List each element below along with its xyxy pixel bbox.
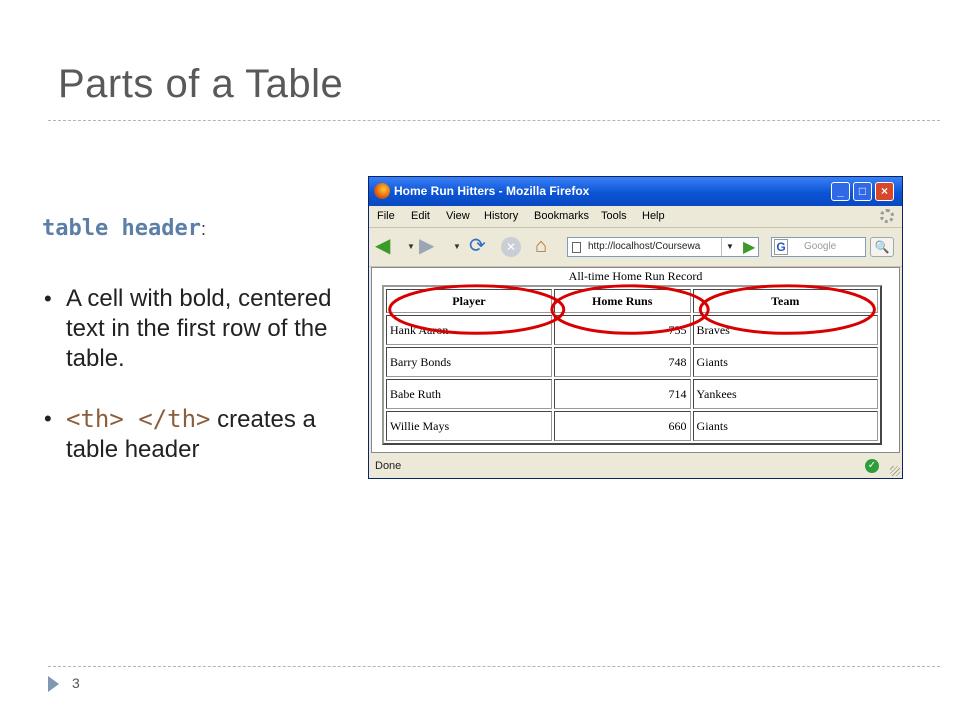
- table-cell: Hank Aaron: [386, 315, 552, 345]
- table-header-row: Player Home Runs Team: [386, 289, 878, 313]
- table-cell: 755: [553, 315, 691, 345]
- footer-triangle-icon: [48, 676, 59, 692]
- table-cell: 748: [553, 347, 691, 377]
- table-row: Barry Bonds 748 Giants: [386, 347, 878, 377]
- bullet-marker: •: [44, 406, 52, 431]
- search-engine-icon[interactable]: G: [774, 239, 788, 255]
- menu-tools[interactable]: Tools: [601, 210, 627, 222]
- table-header-cell: Home Runs: [553, 289, 691, 313]
- status-bar: Done ✓: [369, 455, 902, 478]
- close-button[interactable]: ×: [875, 182, 894, 201]
- url-bar[interactable]: http://localhost/Coursewa ▼: [567, 237, 759, 257]
- table-header-cell: Player: [386, 289, 552, 313]
- page-content: All-time Home Run Record Player Home Run…: [371, 267, 900, 453]
- window-titlebar[interactable]: Home Run Hitters - Mozilla Firefox _ □ ×: [369, 177, 902, 206]
- resize-grip-icon[interactable]: [890, 466, 900, 476]
- page-icon: [572, 242, 581, 253]
- throbber-icon: [880, 209, 894, 223]
- stop-icon[interactable]: ✕: [501, 237, 521, 257]
- table-row: Willie Mays 660 Giants: [386, 411, 878, 441]
- table-row: Babe Ruth 714 Yankees: [386, 379, 878, 409]
- status-ok-icon: ✓: [865, 459, 879, 473]
- firefox-icon: [374, 183, 390, 199]
- table-header-cell: Team: [692, 289, 878, 313]
- window-title: Home Run Hitters - Mozilla Firefox: [394, 184, 590, 198]
- maximize-button[interactable]: □: [853, 182, 872, 201]
- table-cell: Braves: [692, 315, 878, 345]
- back-icon[interactable]: ◀: [375, 236, 390, 256]
- search-icon[interactable]: 🔍: [870, 237, 894, 257]
- menu-file[interactable]: File: [377, 210, 395, 222]
- table-cell: 714: [553, 379, 691, 409]
- bullet-list: • A cell with bold, centered text in the…: [44, 284, 344, 465]
- table-cell: Barry Bonds: [386, 347, 552, 377]
- forward-dropdown-icon[interactable]: ▼: [453, 242, 461, 251]
- menu-view[interactable]: View: [446, 210, 470, 222]
- home-icon[interactable]: ⌂: [535, 236, 547, 256]
- bullet-item: • <th> </th> creates a table header: [44, 404, 344, 465]
- go-icon[interactable]: ▶: [743, 237, 755, 257]
- footer-divider: [48, 666, 940, 667]
- table-row: Hank Aaron 755 Braves: [386, 315, 878, 345]
- minimize-button[interactable]: _: [831, 182, 850, 201]
- home-run-table: Player Home Runs Team Hank Aaron 755 Bra…: [382, 285, 882, 445]
- table-cell: Babe Ruth: [386, 379, 552, 409]
- table-cell: Giants: [692, 347, 878, 377]
- table-cell: Yankees: [692, 379, 878, 409]
- menu-bar: File Edit View History Bookmarks Tools H…: [369, 206, 902, 226]
- search-placeholder: Google: [804, 241, 837, 252]
- menu-help[interactable]: Help: [642, 210, 665, 222]
- bullet-code: <th> </th>: [66, 405, 211, 433]
- status-text: Done: [375, 460, 402, 472]
- browser-window: Home Run Hitters - Mozilla Firefox _ □ ×…: [368, 176, 903, 479]
- title-divider: [48, 120, 940, 121]
- slide-title: Parts of a Table: [58, 62, 344, 106]
- navigation-toolbar: ◀ ▼ ▶ ▼ ⟳ ✕ ⌂ http://localhost/Coursewa …: [369, 227, 902, 267]
- table-cell: Willie Mays: [386, 411, 552, 441]
- section-heading: table header:: [42, 216, 206, 241]
- menu-edit[interactable]: Edit: [411, 210, 430, 222]
- page-number: 3: [72, 675, 80, 691]
- url-dropdown-icon[interactable]: ▼: [721, 238, 738, 256]
- menu-history[interactable]: History: [484, 210, 518, 222]
- search-input[interactable]: G Google: [771, 237, 866, 257]
- forward-icon[interactable]: ▶: [419, 236, 434, 256]
- menu-bookmarks[interactable]: Bookmarks: [534, 210, 589, 222]
- reload-icon[interactable]: ⟳: [469, 236, 486, 256]
- section-heading-colon: :: [200, 219, 206, 239]
- table-cell: 660: [553, 411, 691, 441]
- table-cell: Giants: [692, 411, 878, 441]
- section-heading-text: table header: [42, 216, 201, 241]
- table-caption: All-time Home Run Record: [568, 269, 703, 283]
- url-text[interactable]: http://localhost/Coursewa: [588, 238, 718, 256]
- bullet-marker: •: [44, 286, 52, 311]
- back-dropdown-icon[interactable]: ▼: [407, 242, 415, 251]
- bullet-text: A cell with bold, centered text in the f…: [66, 285, 332, 372]
- bullet-item: • A cell with bold, centered text in the…: [44, 284, 344, 374]
